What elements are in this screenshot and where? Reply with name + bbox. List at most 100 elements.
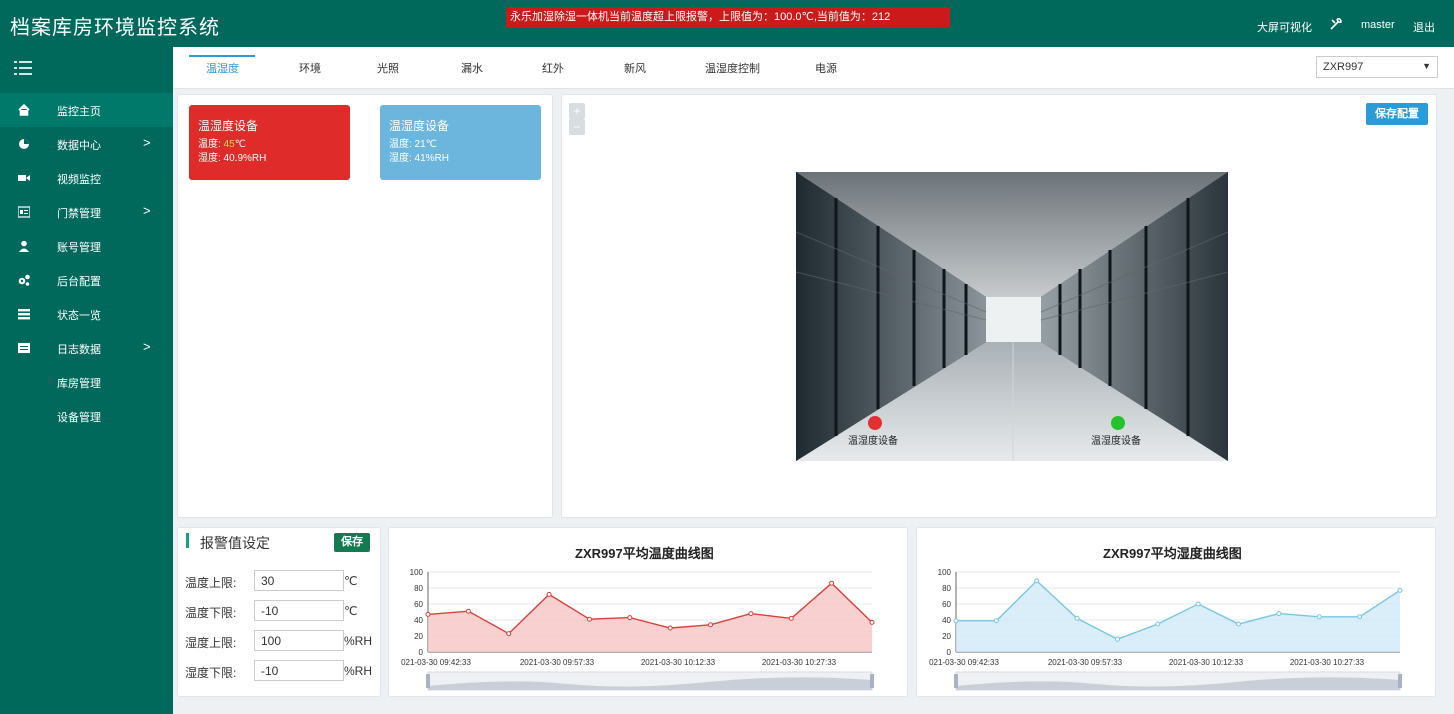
data-point[interactable] [425,611,431,617]
device-temp-label: 温度: [198,139,221,150]
alarm-threshold-label: 温度上限: [185,576,237,590]
sidebar-item[interactable]: 视频监控 [0,161,173,195]
top-bar: 档案库房环境监控系统 永乐加湿除湿一体机当前温度超上限报警，上限值为：100.0… [0,0,1454,47]
data-point[interactable] [953,618,959,624]
device-card[interactable]: 温湿度设备 温度: 21℃ 湿度: 41%RH [380,105,541,180]
data-point[interactable] [788,615,794,621]
data-point[interactable] [1074,615,1080,621]
data-point[interactable] [1236,621,1242,627]
data-point[interactable] [586,616,592,622]
x-tick-label: 021-03-30 09:42:33 [401,658,471,667]
alarm-threshold-input[interactable]: 100 [254,630,344,651]
zoom-handle-left[interactable] [426,674,430,688]
humidity-chart: 0 20 40 60 80 100 021-03-30 09:42:33 2021-03-30… [929,568,1403,691]
bigscreen-link[interactable]: 大屏可视化 [1257,19,1312,35]
user-icon [19,240,29,252]
sidebar-item-label: 视频监控 [57,174,101,186]
tab[interactable]: 漏水 [461,60,483,76]
chevron-right-icon: > [143,203,151,218]
tab[interactable]: 环境 [299,60,321,76]
device-temp-unit: ℃ [234,139,246,150]
alarm-threshold-input[interactable]: 30 [254,570,344,591]
alarm-threshold-unit: ℃ [344,574,358,588]
sidebar-item[interactable]: 设备管理 [0,399,173,433]
zoom-handle-right[interactable] [870,674,874,688]
sidebar-item[interactable]: 库房管理 [0,365,173,399]
alarm-threshold-input[interactable]: -10 [254,660,344,681]
sidebar-item[interactable]: 监控主页 [0,93,173,127]
sidebar-item[interactable]: 门禁管理 > [0,195,173,229]
device-marker-red[interactable] [868,416,882,430]
device-card-title: 温湿度设备 [389,119,450,133]
data-point[interactable] [465,608,471,614]
y-tick-label: 0 [947,648,952,657]
tab[interactable]: 光照 [377,60,399,76]
tab[interactable]: 新风 [624,60,646,76]
data-point[interactable] [1316,614,1322,620]
alarm-banner: 永乐加湿除湿一体机当前温度超上限报警，上限值为：100.0℃,当前值为：212 [506,7,950,28]
sidebar-item[interactable]: 账号管理 [0,229,173,263]
data-point[interactable] [1195,601,1201,607]
x-tick-label: 2021-03-30 09:57:33 [520,658,595,667]
data-point[interactable] [506,631,512,637]
data-point[interactable] [1034,578,1040,584]
sidebar-item[interactable]: 日志数据 > [0,331,173,365]
chevron-down-icon: ▼ [1422,61,1431,71]
save-config-button[interactable]: 保存配置 [1366,103,1428,125]
y-tick-label: 20 [942,632,951,641]
tab[interactable]: 温湿度 [206,60,239,76]
series-area [428,583,872,652]
alarm-save-button[interactable]: 保存 [334,533,370,552]
tab[interactable]: 红外 [542,60,564,76]
data-point[interactable] [667,625,673,631]
sidebar-item[interactable]: 后台配置 [0,263,173,297]
tab[interactable]: 温湿度控制 [705,60,760,76]
y-tick-label: 80 [414,584,423,593]
zoom-in-button[interactable]: + [569,103,585,119]
device-card-readings: 温度: 21℃ 湿度: 41%RH [389,138,532,166]
data-point[interactable] [1397,587,1403,593]
menu-toggle-icon[interactable] [14,60,32,76]
data-point[interactable] [869,619,875,625]
y-tick-label: 60 [942,600,951,609]
device-select[interactable]: ZXR997 ▼ [1316,56,1438,78]
data-point[interactable] [1357,614,1363,620]
tab-bar: 温湿度 环境 光照 漏水 红外 新风 温湿度控制 电源 [173,47,1454,89]
zoom-handle-right[interactable] [1398,674,1402,688]
home-icon [18,104,30,116]
device-card[interactable]: 温湿度设备 温度: 45℃ 湿度: 40.9%RH [189,105,350,180]
x-tick-label: 2021-03-30 10:27:33 [1290,658,1365,667]
user-name[interactable]: master [1361,19,1395,31]
alarm-threshold-label: 湿度上限: [185,636,237,650]
wrench-icon[interactable] [1329,17,1343,31]
x-tick-label: 2021-03-30 10:12:33 [641,658,716,667]
y-tick-label: 40 [942,616,951,625]
sidebar-item[interactable]: 状态一览 [0,297,173,331]
device-temperature: 温度: 21℃ [389,139,437,150]
device-marker-green[interactable] [1111,416,1125,430]
data-point[interactable] [829,580,835,586]
alarm-threshold-input[interactable]: -10 [254,600,344,621]
data-point[interactable] [546,591,552,597]
device-temp-value: 45 [223,139,235,150]
x-tick-label: 2021-03-30 10:27:33 [762,658,837,667]
y-tick-label: 100 [938,568,952,577]
data-point[interactable] [748,611,754,617]
zoom-out-button[interactable]: − [569,119,585,135]
sidebar-item-label: 设备管理 [57,412,101,424]
data-point[interactable] [1114,636,1120,642]
data-point[interactable] [1276,611,1282,617]
data-point[interactable] [1155,621,1161,627]
data-point[interactable] [708,622,714,628]
tab[interactable]: 电源 [815,60,837,76]
sidebar-item-label: 监控主页 [57,106,101,118]
alarm-threshold-unit: ℃ [344,604,358,618]
x-tick-label: 2021-03-30 10:12:33 [1169,658,1244,667]
sidebar-item[interactable]: 数据中心 > [0,127,173,161]
section-accent-bar [186,533,189,548]
sidebar-item-label: 库房管理 [57,378,101,390]
data-point[interactable] [993,618,999,624]
data-point[interactable] [627,615,633,621]
zoom-handle-left[interactable] [954,674,958,688]
logout-link[interactable]: 退出 [1413,19,1435,35]
